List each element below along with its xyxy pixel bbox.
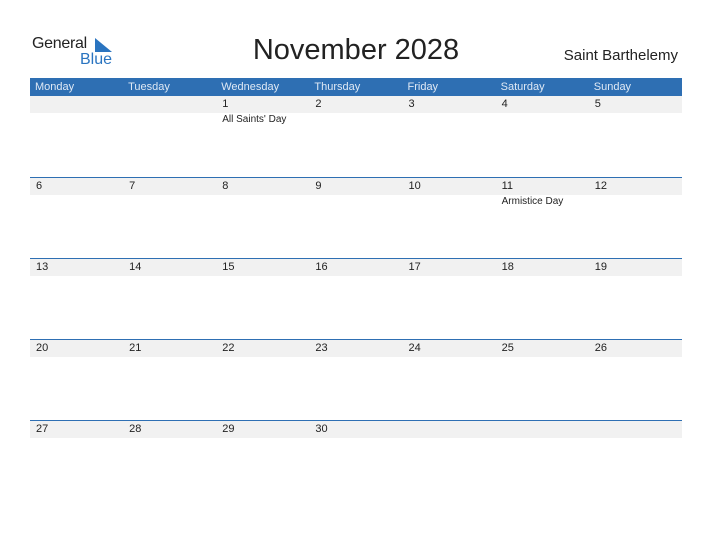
day-number: 28 [129,423,142,435]
day-number: 2 [315,98,322,110]
day-number: 18 [501,261,514,273]
day-number: 8 [222,180,229,192]
holiday-label [30,113,123,126]
week-row: 20 21 22 23 24 25 26 [30,339,682,420]
weekday-wednesday: Wednesday [221,81,280,93]
date-bar: 20 21 22 23 24 25 26 [30,340,682,357]
day-number [123,96,216,113]
date-bar: 13 14 15 16 17 18 19 [30,259,682,276]
holiday-label [309,113,402,126]
weekday-monday: Monday [35,81,75,93]
holiday-label [30,276,123,277]
day-number: 21 [129,342,142,354]
holiday-label [589,357,682,358]
day-number: 27 [36,423,49,435]
day-number: 24 [408,342,421,354]
weekday-saturday: Saturday [500,81,545,93]
week-row: 27 28 29 30 [30,420,682,501]
holiday-label [123,357,216,358]
day-number: 16 [315,261,328,273]
day-number: 30 [315,423,328,435]
holiday-label [123,438,216,439]
holiday-label [403,357,496,358]
weekday-friday: Friday [407,81,439,93]
day-number: 10 [408,180,421,192]
date-bar: 6 7 8 9 10 11 12 [30,178,682,195]
day-number: 4 [501,98,508,110]
day-number [30,96,123,113]
holiday-label [123,195,216,208]
day-number [496,421,589,438]
day-number: 1 [222,98,229,110]
events-row: Armistice Day [30,195,682,208]
day-number: 12 [594,180,607,192]
day-number [403,421,496,438]
holiday-label [216,438,309,439]
weekday-header: Monday Tuesday Wednesday Thursday Friday… [30,78,682,96]
holiday-label [309,195,402,208]
holiday-label [589,438,682,439]
week-row: 1 2 3 4 5 All Saints' Day [30,96,682,177]
holiday-label [30,195,123,208]
holiday-label: Armistice Day [501,196,564,207]
week-row: 6 7 8 9 10 11 12 Armistice Day [30,177,682,258]
day-number: 25 [501,342,514,354]
holiday-label [309,438,402,439]
day-number [589,421,682,438]
country-name: Saint Barthelemy [563,47,678,64]
day-number: 11 [501,180,514,192]
weekday-sunday: Sunday [593,81,632,93]
day-number: 26 [594,342,607,354]
date-bar: 1 2 3 4 5 [30,96,682,113]
weekday-tuesday: Tuesday [128,81,170,93]
day-number: 15 [222,261,235,273]
weeks-container: 1 2 3 4 5 All Saints' Day 6 7 8 9 10 11 12 Armistice … [30,96,682,501]
events-row [30,438,682,439]
holiday-label [403,195,496,208]
events-row: All Saints' Day [30,113,682,126]
day-number: 29 [222,423,235,435]
day-number: 13 [36,261,49,273]
holiday-label: All Saints' Day [222,114,287,125]
holiday-label [123,276,216,277]
date-bar: 27 28 29 30 [30,421,682,438]
holiday-label [403,438,496,439]
week-row: 13 14 15 16 17 18 19 [30,258,682,339]
day-number: 17 [408,261,421,273]
holiday-label [403,276,496,277]
holiday-label [496,357,589,358]
weekday-thursday: Thursday [314,81,361,93]
day-number: 20 [36,342,49,354]
holiday-label [30,357,123,358]
holiday-label [216,276,309,277]
events-row [30,276,682,277]
holiday-label [589,276,682,277]
day-number: 7 [129,180,136,192]
holiday-label [496,276,589,277]
holiday-label [123,113,216,126]
events-row [30,357,682,358]
day-number: 23 [315,342,328,354]
day-number: 3 [408,98,415,110]
day-number: 22 [222,342,235,354]
holiday-label [309,276,402,277]
holiday-label [216,195,309,208]
holiday-label [30,438,123,439]
day-number: 19 [594,261,607,273]
holiday-label [496,438,589,439]
holiday-label [216,357,309,358]
calendar-grid: Monday Tuesday Wednesday Thursday Friday… [30,78,682,501]
holiday-label [496,113,589,126]
day-number: 5 [594,98,601,110]
holiday-label [309,357,402,358]
holiday-label [589,113,682,126]
day-number: 6 [36,180,43,192]
holiday-label [589,195,682,208]
day-number: 9 [315,180,322,192]
day-number: 14 [129,261,142,273]
holiday-label [403,113,496,126]
